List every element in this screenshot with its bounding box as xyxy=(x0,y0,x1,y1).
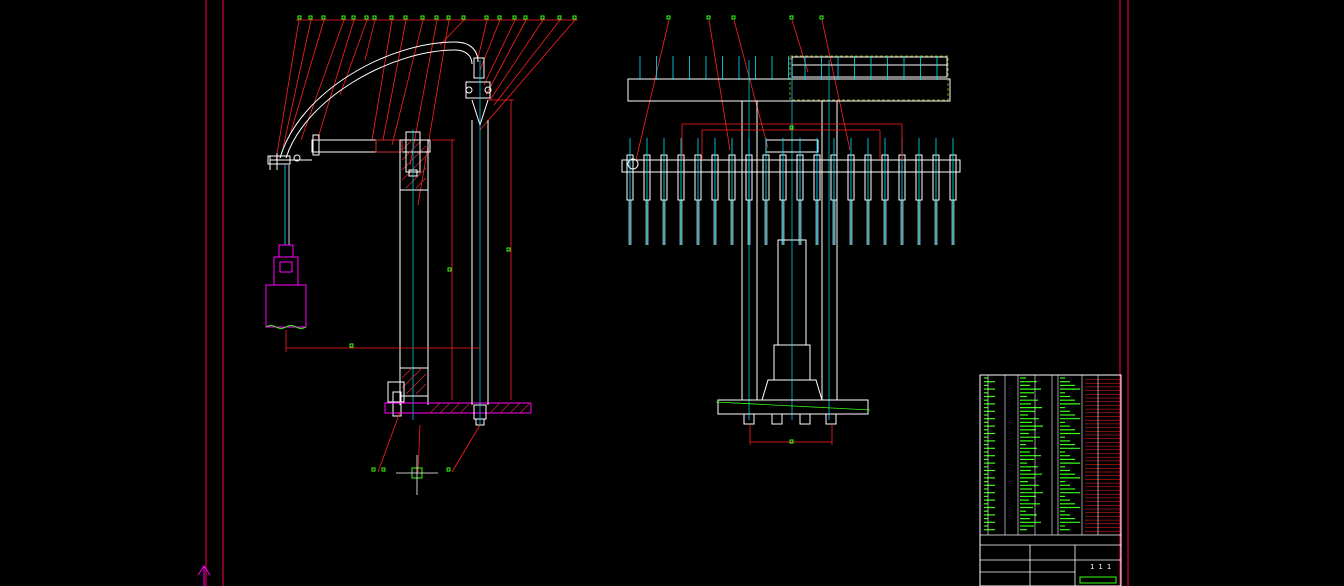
nozzle xyxy=(847,138,855,245)
cad-drawing-canvas[interactable]: 1 1 1 xyxy=(0,0,1344,586)
top-marker-row-right xyxy=(666,15,824,20)
nozzle xyxy=(677,138,685,245)
nozzle xyxy=(881,138,889,245)
main-column xyxy=(387,130,429,420)
nozzle xyxy=(779,138,787,245)
right-column xyxy=(465,57,492,426)
support-posts xyxy=(741,101,838,401)
nozzle xyxy=(762,138,770,245)
nozzle xyxy=(796,138,804,245)
dimension-markers-left xyxy=(349,247,511,479)
nozzle-manifold xyxy=(621,139,961,173)
top-crossbar xyxy=(627,56,951,102)
top-bar-pins xyxy=(639,56,938,80)
nozzle xyxy=(711,138,719,245)
title-block: 1 1 1 xyxy=(979,374,1122,586)
nozzle xyxy=(949,138,957,245)
base-plate-edge xyxy=(715,401,871,411)
title-block-grid xyxy=(980,534,1121,586)
nozzle xyxy=(864,138,872,245)
parts-list-rows xyxy=(984,375,1120,535)
nozzle xyxy=(728,138,736,245)
nozzle xyxy=(932,138,940,245)
nozzle xyxy=(915,138,923,245)
dimension-markers-right xyxy=(789,125,794,444)
nozzle xyxy=(745,138,753,245)
right-elevation-view xyxy=(621,15,961,445)
title-block-marker xyxy=(1079,576,1117,584)
nozzle xyxy=(626,138,634,245)
arrow-up-icon xyxy=(197,565,211,586)
nozzle-array xyxy=(626,138,957,245)
nozzle xyxy=(660,138,668,245)
base-plate xyxy=(384,402,532,414)
left-elevation-view xyxy=(265,15,578,495)
crosshair xyxy=(396,455,438,495)
leader-lines-left xyxy=(275,19,578,206)
arm-hatch xyxy=(375,139,403,153)
nozzle xyxy=(813,138,821,245)
top-bar-bracket xyxy=(789,55,949,101)
nozzle xyxy=(694,138,702,245)
title-block-label: 1 1 1 xyxy=(1090,563,1111,571)
nozzle xyxy=(643,138,651,245)
leader-lines-right xyxy=(635,19,851,161)
suspended-weight xyxy=(265,165,307,329)
nozzle xyxy=(830,138,838,245)
top-marker-row xyxy=(297,15,577,20)
